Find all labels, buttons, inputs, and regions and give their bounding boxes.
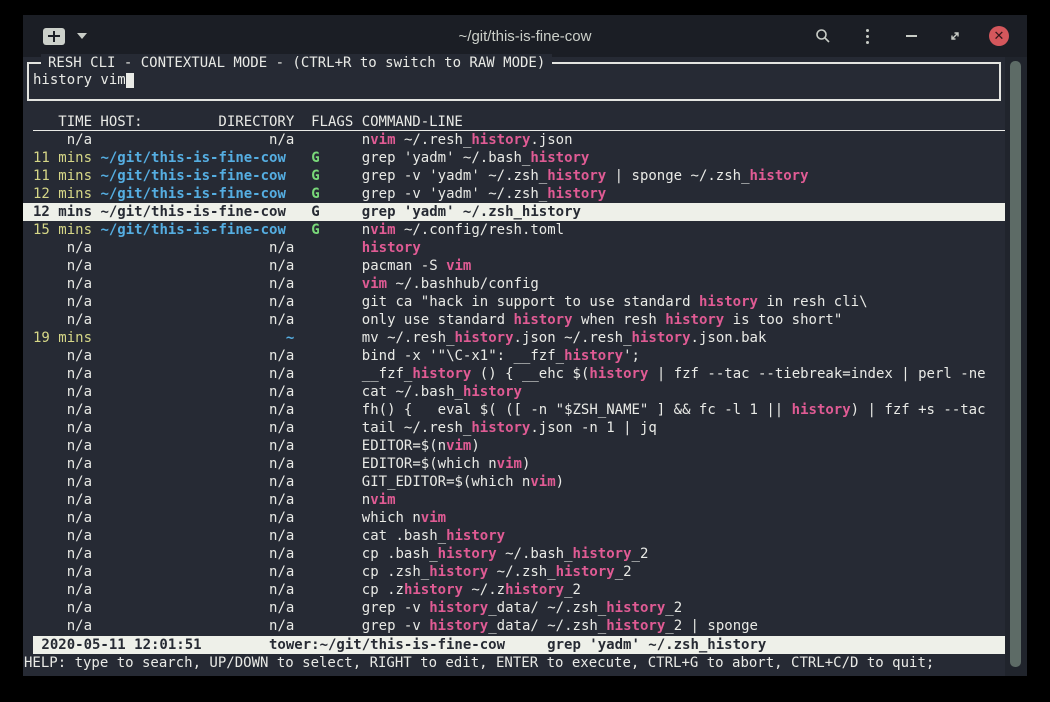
history-row[interactable]: n/a n/a cat .bash_history xyxy=(23,527,1005,545)
history-row[interactable]: n/a n/a bind -x '"\C-x1": __fzf_history'… xyxy=(23,347,1005,365)
status-location: tower:~/git/this-is-fine-cow xyxy=(269,636,505,654)
col-flags: FLAGS xyxy=(303,113,354,131)
history-row[interactable]: n/a n/a which nvim xyxy=(23,509,1005,527)
history-rows: n/a n/a nvim ~/.resh_history.json11 mins… xyxy=(23,131,1005,635)
chevron-down-icon[interactable] xyxy=(77,33,87,39)
history-row[interactable]: n/a n/a grep -v history_data/ ~/.zsh_his… xyxy=(23,599,1005,617)
history-row[interactable]: n/a n/a cat ~/.bash_history xyxy=(23,383,1005,401)
history-row[interactable]: n/a n/a history xyxy=(23,239,1005,257)
status-date: 2020-05-11 12:01:51 xyxy=(41,637,201,653)
terminal-content: RESH CLI - CONTEXTUAL MODE - (CTRL+R to … xyxy=(23,57,1005,676)
history-row[interactable]: n/a n/a pacman -S vim xyxy=(23,257,1005,275)
table-header: TIME HOST: DIRECTORY FLAGS COMMAND-LINE xyxy=(33,113,1005,131)
history-row[interactable]: n/a n/a __fzf_history () { __ehc $(histo… xyxy=(23,365,1005,383)
resh-search-box[interactable]: RESH CLI - CONTEXTUAL MODE - (CTRL+R to … xyxy=(27,62,1001,101)
scrollbar-track[interactable] xyxy=(1005,57,1027,676)
col-time: TIME xyxy=(33,113,92,131)
history-row[interactable]: n/a n/a cp .zhistory ~/.zhistory_2 xyxy=(23,581,1005,599)
history-row[interactable]: n/a n/a vim ~/.bashhub/config xyxy=(23,275,1005,293)
search-icon[interactable] xyxy=(813,26,833,46)
col-host: HOST: xyxy=(100,113,142,131)
close-icon[interactable]: ✕ xyxy=(989,26,1009,46)
history-row[interactable]: 15 mins ~/git/this-is-fine-cow G nvim ~/… xyxy=(23,221,1005,239)
history-row[interactable]: 11 mins ~/git/this-is-fine-cow G grep -v… xyxy=(23,167,1005,185)
text-cursor xyxy=(126,73,134,88)
history-row[interactable]: n/a n/a git ca "hack in support to use s… xyxy=(23,293,1005,311)
new-tab-icon[interactable] xyxy=(43,28,65,45)
history-row[interactable]: n/a n/a GIT_EDITOR=$(which nvim) xyxy=(23,473,1005,491)
menu-kebab-icon[interactable] xyxy=(857,26,877,46)
restore-icon[interactable] xyxy=(945,26,965,46)
history-row[interactable]: 11 mins ~/git/this-is-fine-cow G grep 'y… xyxy=(23,149,1005,167)
history-row[interactable]: n/a n/a nvim xyxy=(23,491,1005,509)
history-row[interactable]: n/a n/a nvim ~/.resh_history.json xyxy=(23,131,1005,149)
history-row[interactable]: n/a n/a EDITOR=$(which nvim) xyxy=(23,455,1005,473)
col-directory: DIRECTORY xyxy=(218,113,294,131)
history-row[interactable]: n/a n/a only use standard history when r… xyxy=(23,311,1005,329)
col-command: COMMAND-LINE xyxy=(362,113,463,131)
titlebar: ~/git/this-is-fine-cow ✕ xyxy=(23,15,1027,57)
history-row[interactable]: n/a n/a cp .zsh_history ~/.zsh_history_2 xyxy=(23,563,1005,581)
status-bar: 2020-05-11 12:01:51 tower:~/git/this-is-f… xyxy=(33,636,1006,654)
terminal-window: ~/git/this-is-fine-cow ✕ RESH CLI - xyxy=(23,15,1027,676)
history-row[interactable]: 19 mins ~ mv ~/.resh_history.json ~/.res… xyxy=(23,329,1005,347)
history-row[interactable]: n/a n/a grep -v history_data/ ~/.zsh_his… xyxy=(23,617,1005,635)
scrollbar-thumb[interactable] xyxy=(1010,61,1021,667)
help-line: HELP: type to search, UP/DOWN to select,… xyxy=(24,654,1005,672)
minimize-icon[interactable] xyxy=(901,26,921,46)
history-row[interactable]: 12 mins ~/git/this-is-fine-cow G grep -v… xyxy=(23,185,1005,203)
history-row[interactable]: 12 mins ~/git/this-is-fine-cow G grep 'y… xyxy=(23,203,1005,221)
history-row[interactable]: n/a n/a cp .bash_history ~/.bash_history… xyxy=(23,545,1005,563)
resh-mode-title: RESH CLI - CONTEXTUAL MODE - (CTRL+R to … xyxy=(41,54,552,72)
history-row[interactable]: n/a n/a fh() { eval $( ([ -n "$ZSH_NAME"… xyxy=(23,401,1005,419)
history-row[interactable]: n/a n/a EDITOR=$(nvim) xyxy=(23,437,1005,455)
history-row[interactable]: n/a n/a tail ~/.resh_history.json -n 1 |… xyxy=(23,419,1005,437)
status-command: grep 'yadm' ~/.zsh_history xyxy=(547,636,766,654)
